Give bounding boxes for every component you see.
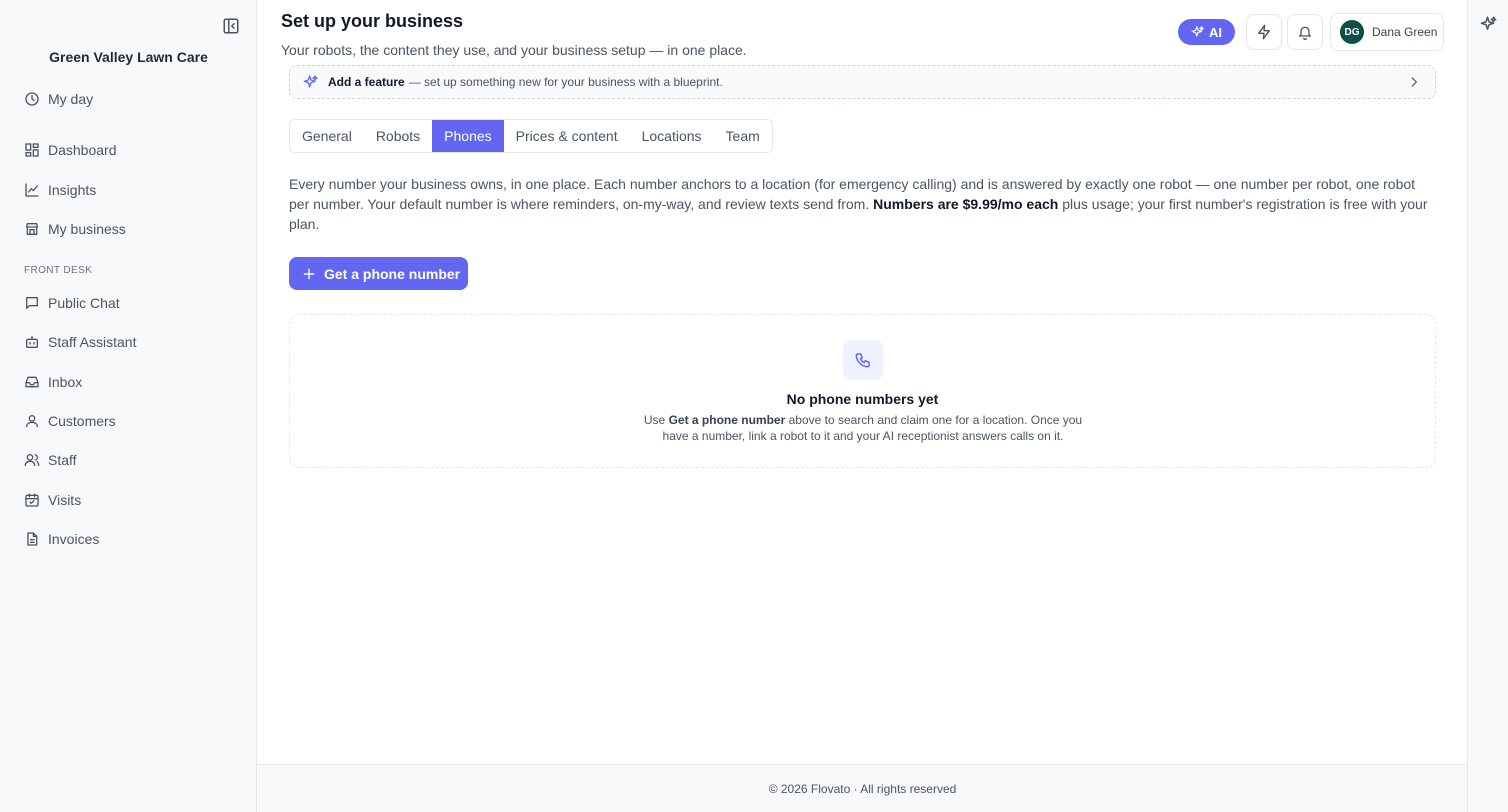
sparkle-icon[interactable] <box>1480 15 1498 33</box>
page-title: Set up your business <box>281 11 464 31</box>
quick-actions-button[interactable] <box>1246 14 1282 50</box>
plus-icon <box>302 267 324 281</box>
main-content: Set up your business Your robots, the co… <box>258 0 1467 812</box>
sidebar-item-staff-assistant[interactable]: Staff Assistant <box>24 331 136 353</box>
sidebar-item-staff[interactable]: Staff <box>24 449 77 471</box>
sidebar-item-my-day[interactable]: My day <box>24 88 93 110</box>
calendar-check-icon <box>24 492 40 508</box>
sidebar-item-invoices[interactable]: Invoices <box>24 528 99 550</box>
empty-text-pre: Use <box>643 413 666 427</box>
tab-phones[interactable]: Phones <box>432 120 504 152</box>
tab-locations[interactable]: Locations <box>630 120 714 152</box>
users-icon <box>24 452 40 468</box>
get-phone-number-button[interactable]: Get a phone number <box>289 257 468 290</box>
add-feature-title: Add a feature <box>328 75 405 89</box>
add-feature-description: — set up something new for your business… <box>408 75 723 89</box>
document-icon <box>24 531 40 547</box>
empty-state-title: No phone numbers yet <box>786 391 939 407</box>
sidebar-item-label: Staff <box>48 452 77 468</box>
sidebar-item-insights[interactable]: Insights <box>24 179 96 201</box>
phones-description: Every number your business owns, in one … <box>289 174 1439 234</box>
sidebar-item-visits[interactable]: Visits <box>24 489 81 511</box>
sidebar-item-label: My day <box>48 91 94 107</box>
tab-general[interactable]: General <box>290 120 364 152</box>
sidebar-item-label: Customers <box>48 413 116 429</box>
add-feature-banner[interactable]: Add a feature — set up something new for… <box>289 65 1436 99</box>
clock-icon <box>24 91 40 107</box>
pricing-highlight: Numbers are $9.99/mo each <box>873 196 1059 212</box>
sidebar-item-label: Inbox <box>48 374 83 390</box>
tab-robots[interactable]: Robots <box>364 120 432 152</box>
page-subtitle: Your robots, the content they use, and y… <box>281 42 747 58</box>
right-rail <box>1467 0 1508 812</box>
sidebar-item-inbox[interactable]: Inbox <box>24 371 82 393</box>
sidebar-item-my-business[interactable]: My business <box>24 218 126 240</box>
user-name: Dana Green <box>1372 25 1438 39</box>
ai-button[interactable]: AI <box>1178 19 1235 45</box>
chevron-right-icon <box>1407 75 1421 89</box>
dashboard-icon <box>24 142 40 158</box>
sidebar-item-public-chat[interactable]: Public Chat <box>24 292 120 314</box>
bot-icon <box>24 334 40 350</box>
phone-icon <box>843 340 883 380</box>
section-label-front-desk: FRONT DESK <box>24 265 93 276</box>
lightning-icon <box>1256 24 1272 40</box>
sidebar-item-label: Public Chat <box>48 295 120 311</box>
avatar: DG <box>1340 20 1364 44</box>
bell-icon <box>1297 24 1313 40</box>
footer: © 2026 Flovato · All rights reserved <box>258 764 1467 812</box>
sidebar-item-label: Insights <box>48 182 97 198</box>
empty-state-text: Use Get a phone number above to search a… <box>633 412 1093 444</box>
user-icon <box>24 413 40 429</box>
inbox-icon <box>24 374 40 390</box>
sparkle-icon <box>303 74 319 90</box>
chart-line-icon <box>24 182 40 198</box>
get-phone-number-label: Get a phone number <box>324 265 461 282</box>
sidebar-item-label: Staff Assistant <box>48 334 137 350</box>
sidebar-item-label: Invoices <box>48 531 100 547</box>
notifications-button[interactable] <box>1287 14 1323 50</box>
ai-button-label: AI <box>1209 24 1222 40</box>
tab-team[interactable]: Team <box>714 120 772 152</box>
sidebar-item-label: Dashboard <box>48 142 117 158</box>
store-icon <box>24 221 40 237</box>
empty-text-bold: Get a phone number <box>668 413 786 427</box>
sidebar-item-customers[interactable]: Customers <box>24 410 116 432</box>
empty-state: No phone numbers yet Use Get a phone num… <box>289 314 1436 468</box>
sidebar-item-dashboard[interactable]: Dashboard <box>24 139 117 161</box>
sidebar-item-label: Visits <box>48 492 82 508</box>
sidebar-collapse-icon[interactable] <box>222 17 240 35</box>
user-menu-button[interactable]: DG Dana Green <box>1330 13 1444 51</box>
chat-icon <box>24 295 40 311</box>
sidebar: Green Valley Lawn Care My day Dashboard … <box>0 0 257 812</box>
business-name: Green Valley Lawn Care <box>49 49 208 65</box>
settings-tabs: General Robots Phones Prices & content L… <box>289 119 773 153</box>
sparkle-icon <box>1191 25 1205 39</box>
tab-prices-content[interactable]: Prices & content <box>504 120 630 152</box>
sidebar-item-label: My business <box>48 221 126 237</box>
